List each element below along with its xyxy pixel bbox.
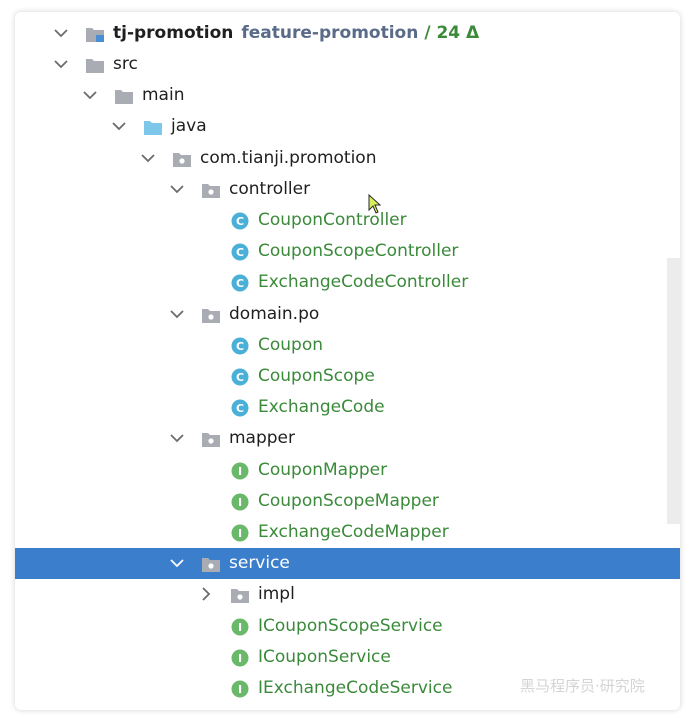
- tree-row-label: CouponController: [258, 210, 407, 230]
- tree-row-label: main: [142, 85, 185, 106]
- tree-row-root[interactable]: tj-promotion feature-promotion/ 24 Δ: [15, 18, 680, 49]
- package-icon: [202, 433, 220, 448]
- vertical-scrollbar[interactable]: [667, 258, 680, 524]
- chevron-down-icon[interactable]: [51, 18, 71, 49]
- package-icon: [231, 589, 249, 604]
- chevron-down-icon[interactable]: [167, 423, 187, 454]
- tree-row[interactable]: I CouponScopeMapper: [15, 486, 680, 517]
- tree-row[interactable]: mapper: [15, 423, 680, 454]
- chevron-down-icon[interactable]: [51, 49, 71, 80]
- tree-row[interactable]: C ExchangeCodeController: [15, 267, 680, 298]
- tree-row[interactable]: I ICouponScopeService: [15, 611, 680, 642]
- tree-row-label: mapper: [229, 428, 296, 449]
- root-project-label: tj-promotion feature-promotion/ 24 Δ: [113, 22, 479, 44]
- tree-row[interactable]: C Coupon: [15, 330, 680, 361]
- svg-text:I: I: [238, 527, 242, 540]
- folder-icon: [86, 59, 104, 73]
- svg-text:C: C: [236, 215, 244, 228]
- chevron-down-icon[interactable]: [167, 548, 187, 579]
- tree-row[interactable]: C ExchangeCode: [15, 392, 680, 423]
- class-icon: C: [231, 243, 249, 261]
- project-tree-panel: tj-promotion feature-promotion/ 24 Δ src m…: [15, 12, 680, 710]
- tree-row-label: ICouponScopeService: [258, 615, 443, 636]
- watermark-text: 黑马程序员·研究院: [520, 677, 645, 695]
- tree-row[interactable]: I CouponMapper: [15, 455, 680, 486]
- tree-row-label: CouponScope: [258, 366, 375, 386]
- tree-row[interactable]: domain.po: [15, 299, 680, 330]
- branch-name: feature-promotion: [241, 23, 419, 43]
- interface-icon: I: [231, 618, 249, 636]
- interface-icon: I: [231, 493, 249, 511]
- chevron-right-icon[interactable]: [196, 579, 216, 610]
- tree-row[interactable]: C CouponController: [15, 205, 680, 236]
- package-icon: [202, 558, 220, 573]
- svg-text:I: I: [238, 652, 242, 665]
- class-icon: C: [231, 399, 249, 417]
- project-name: tj-promotion: [113, 23, 234, 43]
- chevron-down-icon[interactable]: [167, 299, 187, 330]
- mouse-pointer-icon: [368, 194, 382, 214]
- tree-row[interactable]: java: [15, 111, 680, 142]
- svg-text:I: I: [238, 496, 242, 509]
- tree-row-label: impl: [258, 584, 295, 605]
- svg-text:C: C: [236, 402, 244, 415]
- interface-icon: I: [231, 680, 249, 698]
- tree-row[interactable]: service: [15, 548, 680, 580]
- tree-row[interactable]: C CouponScopeController: [15, 236, 680, 267]
- interface-icon: I: [231, 524, 249, 542]
- tree-row[interactable]: I ExchangeCodeMapper: [15, 517, 680, 548]
- tree-row-label: IExchangeCodeService: [258, 678, 453, 698]
- svg-text:I: I: [238, 465, 242, 478]
- svg-text:C: C: [236, 340, 244, 353]
- folder-icon: [115, 90, 133, 105]
- chevron-down-icon[interactable]: [167, 174, 187, 205]
- tree-row-label: com.tianji.promotion: [200, 147, 377, 168]
- svg-text:I: I: [238, 621, 242, 634]
- tree-row[interactable]: main: [15, 80, 680, 111]
- tree-row-label: domain.po: [229, 303, 320, 324]
- tree-row-label: CouponScopeController: [258, 241, 459, 262]
- tree-row[interactable]: I ICouponService: [15, 642, 680, 673]
- class-icon: C: [231, 274, 249, 292]
- tree-row-label: ExchangeCodeController: [258, 272, 469, 293]
- tree-row-label: Coupon: [258, 334, 324, 355]
- chevron-down-icon[interactable]: [80, 80, 100, 111]
- tree-row[interactable]: impl: [15, 579, 680, 610]
- package-icon: [202, 183, 220, 198]
- class-icon: C: [231, 368, 249, 386]
- class-icon: C: [231, 337, 249, 355]
- source-folder-icon: [144, 121, 162, 136]
- chevron-down-icon[interactable]: [138, 143, 158, 174]
- tree-row-label: service: [229, 553, 290, 574]
- svg-text:C: C: [236, 277, 244, 290]
- tree-row[interactable]: src: [15, 49, 680, 80]
- package-icon: [202, 308, 220, 323]
- tree-row-label: src: [113, 54, 138, 74]
- tree-row-label: ICouponService: [258, 646, 391, 667]
- tree-row[interactable]: com.tianji.promotion: [15, 143, 680, 174]
- svg-text:C: C: [236, 246, 244, 259]
- vcs-status: / 24 Δ: [424, 23, 480, 43]
- tree-row-label: ExchangeCodeMapper: [258, 522, 449, 542]
- tree-row-label: ExchangeCode: [258, 397, 385, 418]
- tree-row-label: controller: [229, 178, 311, 199]
- svg-text:C: C: [236, 371, 244, 384]
- tree-row[interactable]: C CouponScope: [15, 361, 680, 392]
- tree-row[interactable]: controller: [15, 174, 680, 205]
- tree-row-label: CouponMapper: [258, 459, 388, 480]
- interface-icon: I: [231, 462, 249, 480]
- package-icon: [173, 152, 191, 167]
- class-icon: C: [231, 212, 249, 230]
- module-icon: [86, 28, 104, 42]
- chevron-down-icon[interactable]: [109, 111, 129, 142]
- svg-text:I: I: [238, 683, 242, 696]
- tree-row-label: CouponScopeMapper: [258, 490, 439, 511]
- interface-icon: I: [231, 649, 249, 667]
- tree-row-label: java: [171, 116, 207, 137]
